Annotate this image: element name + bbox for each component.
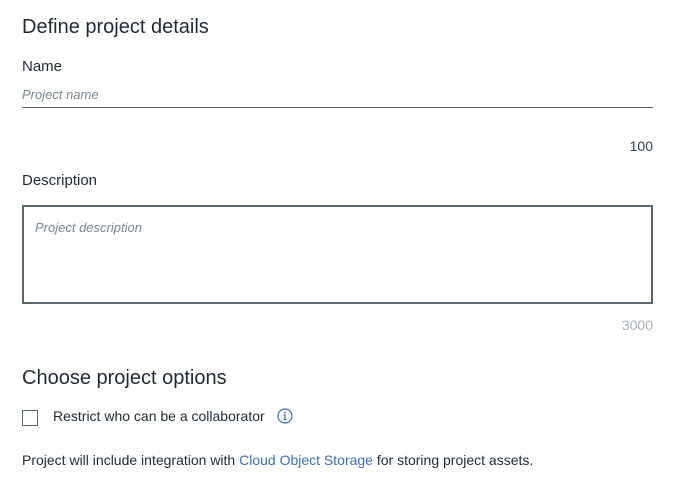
description-label: Description — [22, 172, 98, 189]
project-name-input[interactable] — [22, 82, 653, 108]
options-section-title: Choose project options — [22, 367, 227, 389]
name-char-counter: 100 — [629, 138, 653, 154]
restrict-collaborator-checkbox[interactable] — [22, 410, 38, 426]
storage-integration-note: Project will include integration with Cl… — [22, 452, 533, 468]
details-section-title: Define project details — [22, 16, 209, 38]
cloud-object-storage-link[interactable]: Cloud Object Storage — [239, 452, 373, 468]
storage-note-prefix: Project will include integration with — [22, 452, 240, 468]
storage-note-suffix: for storing project assets. — [372, 452, 534, 468]
project-description-textarea[interactable] — [22, 205, 653, 304]
info-icon[interactable] — [277, 408, 293, 424]
restrict-collaborator-label[interactable]: Restrict who can be a collaborator — [53, 408, 265, 424]
description-char-counter: 3000 — [621, 317, 653, 333]
name-label: Name — [22, 58, 63, 75]
